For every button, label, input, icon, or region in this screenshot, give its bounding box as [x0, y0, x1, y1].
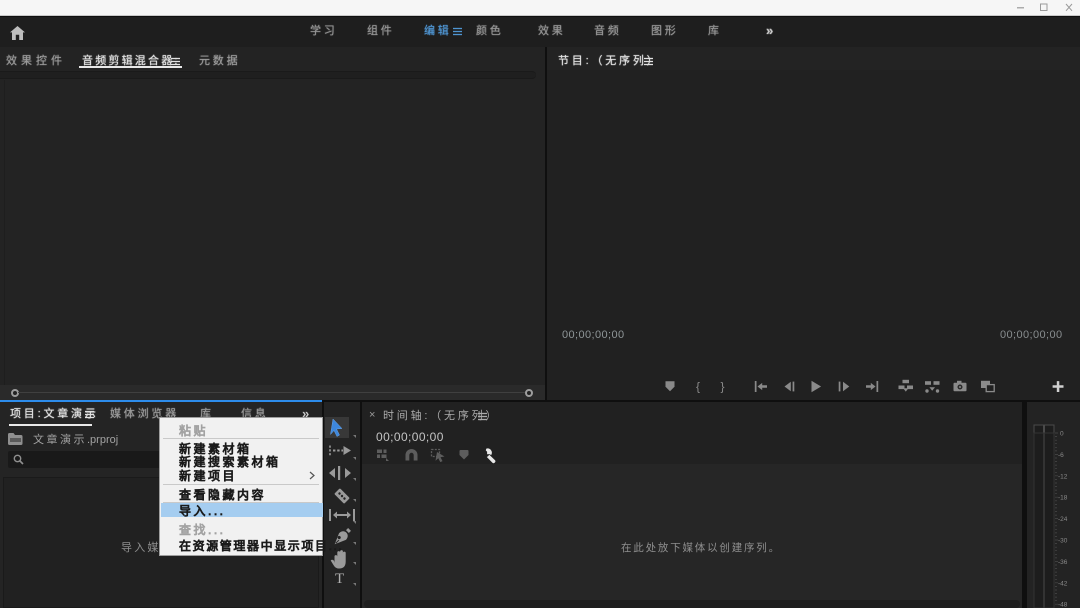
svg-text:-18: -18	[1058, 495, 1068, 502]
svg-text:-6: -6	[1058, 452, 1064, 459]
svg-text:{: {	[696, 380, 700, 394]
svg-text:T: T	[335, 571, 344, 587]
svg-text:-36: -36	[1058, 559, 1068, 566]
svg-text:-48: -48	[1058, 602, 1068, 608]
svg-text:-12: -12	[1058, 473, 1068, 480]
svg-text:-42: -42	[1058, 580, 1068, 587]
svg-text:}: }	[721, 380, 725, 394]
svg-text:-30: -30	[1058, 538, 1068, 545]
svg-text:-24: -24	[1058, 516, 1068, 523]
svg-text:0: 0	[1060, 431, 1064, 438]
